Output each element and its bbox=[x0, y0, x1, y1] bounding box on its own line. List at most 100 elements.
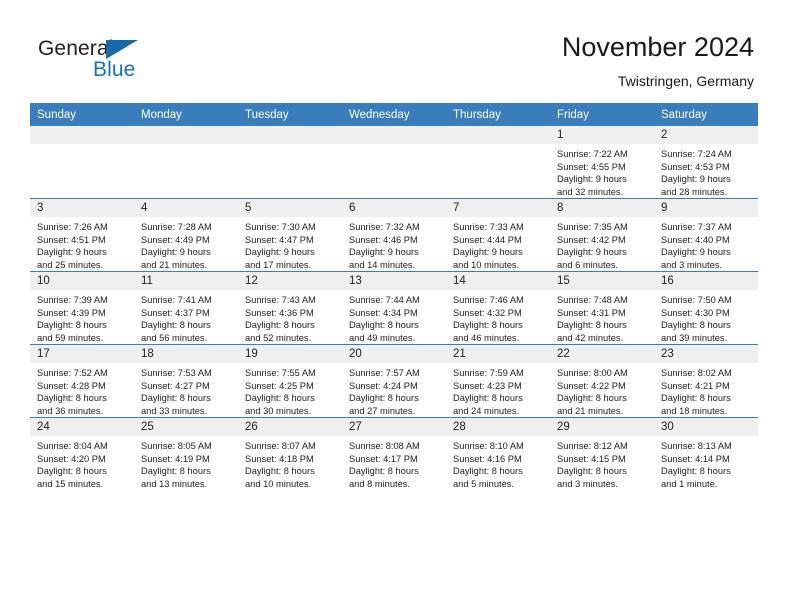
day-details: Sunrise: 7:48 AM Sunset: 4:31 PM Daylight:… bbox=[550, 290, 654, 344]
day-cell-28: 28 Sunrise: 8:10 AM Sunset: 4:16 PM Dayligh… bbox=[446, 418, 550, 490]
day-cell-empty bbox=[342, 126, 446, 198]
daylight-duration-line2: and 13 minutes. bbox=[141, 478, 208, 489]
day-details: Sunrise: 8:07 AM Sunset: 4:18 PM Daylight:… bbox=[238, 436, 342, 490]
calendar-day-cell: 22 Sunrise: 8:00 AM Sunset: 4:22 PM Dayligh… bbox=[550, 344, 654, 418]
daylight-duration-line2: and 49 minutes. bbox=[349, 332, 416, 343]
day-number: 20 bbox=[342, 345, 446, 363]
sunset-time: Sunset: 4:22 PM bbox=[557, 380, 626, 391]
sunset-time: Sunset: 4:27 PM bbox=[141, 380, 210, 391]
sunrise-time: Sunrise: 8:00 AM bbox=[557, 368, 628, 378]
calendar-week-row: 1 Sunrise: 7:22 AM Sunset: 4:55 PM Daylight… bbox=[30, 126, 758, 199]
sunset-time: Sunset: 4:42 PM bbox=[557, 234, 626, 245]
daylight-duration-line1: Daylight: 8 hours bbox=[141, 393, 211, 404]
daylight-duration-line2: and 10 minutes. bbox=[453, 259, 520, 270]
day-details bbox=[134, 144, 238, 148]
day-cell-25: 25 Sunrise: 8:05 AM Sunset: 4:19 PM Dayligh… bbox=[134, 418, 238, 490]
sunrise-time: Sunrise: 7:28 AM bbox=[141, 222, 212, 232]
day-cell-23: 23 Sunrise: 8:02 AM Sunset: 4:21 PM Dayligh… bbox=[654, 345, 758, 417]
sunrise-time: Sunrise: 7:53 AM bbox=[141, 368, 212, 378]
daylight-duration-line2: and 56 minutes. bbox=[141, 332, 208, 343]
daylight-duration-line1: Daylight: 8 hours bbox=[245, 320, 315, 331]
day-number: 10 bbox=[30, 272, 134, 290]
daylight-duration-line1: Daylight: 8 hours bbox=[37, 320, 107, 331]
day-number: 24 bbox=[30, 418, 134, 436]
sunrise-time: Sunrise: 7:46 AM bbox=[453, 295, 524, 305]
sunrise-time: Sunrise: 7:26 AM bbox=[37, 222, 108, 232]
sunset-time: Sunset: 4:28 PM bbox=[37, 380, 106, 391]
daylight-duration-line1: Daylight: 8 hours bbox=[453, 466, 523, 477]
day-cell-22: 22 Sunrise: 8:00 AM Sunset: 4:22 PM Dayligh… bbox=[550, 345, 654, 417]
daylight-duration-line1: Daylight: 8 hours bbox=[557, 320, 627, 331]
calendar-day-cell: 16 Sunrise: 7:50 AM Sunset: 4:30 PM Dayligh… bbox=[654, 271, 758, 345]
day-number: 1 bbox=[550, 126, 654, 144]
sunrise-time: Sunrise: 8:04 AM bbox=[37, 441, 108, 451]
day-number bbox=[446, 126, 550, 144]
calendar-day-cell: 28 Sunrise: 8:10 AM Sunset: 4:16 PM Dayligh… bbox=[446, 417, 550, 490]
day-details: Sunrise: 7:30 AM Sunset: 4:47 PM Daylight:… bbox=[238, 217, 342, 271]
day-details: Sunrise: 8:12 AM Sunset: 4:15 PM Daylight:… bbox=[550, 436, 654, 490]
calendar-day-cell: 23 Sunrise: 8:02 AM Sunset: 4:21 PM Dayligh… bbox=[654, 344, 758, 418]
daylight-duration-line2: and 15 minutes. bbox=[37, 478, 104, 489]
day-details bbox=[30, 144, 134, 148]
daylight-duration-line1: Daylight: 8 hours bbox=[141, 466, 211, 477]
calendar-day-cell bbox=[238, 126, 342, 199]
day-details bbox=[238, 144, 342, 148]
day-details: Sunrise: 8:13 AM Sunset: 4:14 PM Daylight:… bbox=[654, 436, 758, 490]
day-cell-12: 12 Sunrise: 7:43 AM Sunset: 4:36 PM Dayligh… bbox=[238, 272, 342, 344]
calendar-day-cell bbox=[134, 126, 238, 199]
sunset-time: Sunset: 4:15 PM bbox=[557, 453, 626, 464]
day-details: Sunrise: 7:59 AM Sunset: 4:23 PM Daylight:… bbox=[446, 363, 550, 417]
page-header: General Blue November 2024 Twistringen, … bbox=[0, 0, 792, 103]
sunset-time: Sunset: 4:55 PM bbox=[557, 161, 626, 172]
day-number: 27 bbox=[342, 418, 446, 436]
daylight-duration-line1: Daylight: 9 hours bbox=[661, 174, 731, 185]
calendar-day-cell: 13 Sunrise: 7:44 AM Sunset: 4:34 PM Dayligh… bbox=[342, 271, 446, 345]
day-details: Sunrise: 8:00 AM Sunset: 4:22 PM Daylight:… bbox=[550, 363, 654, 417]
sunset-time: Sunset: 4:37 PM bbox=[141, 307, 210, 318]
daylight-duration-line2: and 36 minutes. bbox=[37, 405, 104, 416]
daylight-duration-line2: and 24 minutes. bbox=[453, 405, 520, 416]
sunrise-time: Sunrise: 7:24 AM bbox=[661, 149, 732, 159]
calendar-page: General Blue November 2024 Twistringen, … bbox=[0, 0, 792, 612]
day-details: Sunrise: 7:52 AM Sunset: 4:28 PM Daylight:… bbox=[30, 363, 134, 417]
day-number: 11 bbox=[134, 272, 238, 290]
day-number: 6 bbox=[342, 199, 446, 217]
sunset-time: Sunset: 4:14 PM bbox=[661, 453, 730, 464]
day-cell-19: 19 Sunrise: 7:55 AM Sunset: 4:25 PM Dayligh… bbox=[238, 345, 342, 417]
calendar-day-cell: 11 Sunrise: 7:41 AM Sunset: 4:37 PM Dayligh… bbox=[134, 271, 238, 345]
daylight-duration-line2: and 1 minute. bbox=[661, 478, 718, 489]
daylight-duration-line2: and 5 minutes. bbox=[453, 478, 514, 489]
sunset-time: Sunset: 4:20 PM bbox=[37, 453, 106, 464]
sunrise-time: Sunrise: 7:33 AM bbox=[453, 222, 524, 232]
sunrise-time: Sunrise: 8:08 AM bbox=[349, 441, 420, 451]
day-cell-7: 7 Sunrise: 7:33 AM Sunset: 4:44 PM Daylight… bbox=[446, 199, 550, 271]
sunrise-time: Sunrise: 7:55 AM bbox=[245, 368, 316, 378]
day-cell-14: 14 Sunrise: 7:46 AM Sunset: 4:32 PM Dayligh… bbox=[446, 272, 550, 344]
sunrise-time: Sunrise: 8:02 AM bbox=[661, 368, 732, 378]
calendar-day-cell: 30 Sunrise: 8:13 AM Sunset: 4:14 PM Dayligh… bbox=[654, 417, 758, 490]
day-cell-1: 1 Sunrise: 7:22 AM Sunset: 4:55 PM Daylight… bbox=[550, 126, 654, 198]
day-number: 26 bbox=[238, 418, 342, 436]
daylight-duration-line1: Daylight: 9 hours bbox=[37, 247, 107, 258]
title-block: November 2024 Twistringen, Germany bbox=[562, 30, 754, 91]
weekday-header-tuesday: Tuesday bbox=[238, 103, 342, 126]
sunset-time: Sunset: 4:36 PM bbox=[245, 307, 314, 318]
weekday-header-monday: Monday bbox=[134, 103, 238, 126]
day-details: Sunrise: 7:24 AM Sunset: 4:53 PM Daylight:… bbox=[654, 144, 758, 198]
daylight-duration-line1: Daylight: 8 hours bbox=[661, 320, 731, 331]
daylight-duration-line2: and 46 minutes. bbox=[453, 332, 520, 343]
daylight-duration-line2: and 39 minutes. bbox=[661, 332, 728, 343]
daylight-duration-line1: Daylight: 8 hours bbox=[557, 393, 627, 404]
sunset-time: Sunset: 4:24 PM bbox=[349, 380, 418, 391]
calendar-day-cell bbox=[342, 126, 446, 199]
calendar-week-row: 3 Sunrise: 7:26 AM Sunset: 4:51 PM Daylight… bbox=[30, 198, 758, 272]
day-details: Sunrise: 7:35 AM Sunset: 4:42 PM Daylight:… bbox=[550, 217, 654, 271]
day-details: Sunrise: 7:33 AM Sunset: 4:44 PM Daylight:… bbox=[446, 217, 550, 271]
calendar-day-cell bbox=[446, 126, 550, 199]
daylight-duration-line2: and 42 minutes. bbox=[557, 332, 624, 343]
day-details: Sunrise: 7:46 AM Sunset: 4:32 PM Daylight:… bbox=[446, 290, 550, 344]
day-cell-13: 13 Sunrise: 7:44 AM Sunset: 4:34 PM Dayligh… bbox=[342, 272, 446, 344]
day-number: 29 bbox=[550, 418, 654, 436]
calendar-week-row: 10 Sunrise: 7:39 AM Sunset: 4:39 PM Dayligh… bbox=[30, 271, 758, 345]
daylight-duration-line1: Daylight: 8 hours bbox=[349, 393, 419, 404]
